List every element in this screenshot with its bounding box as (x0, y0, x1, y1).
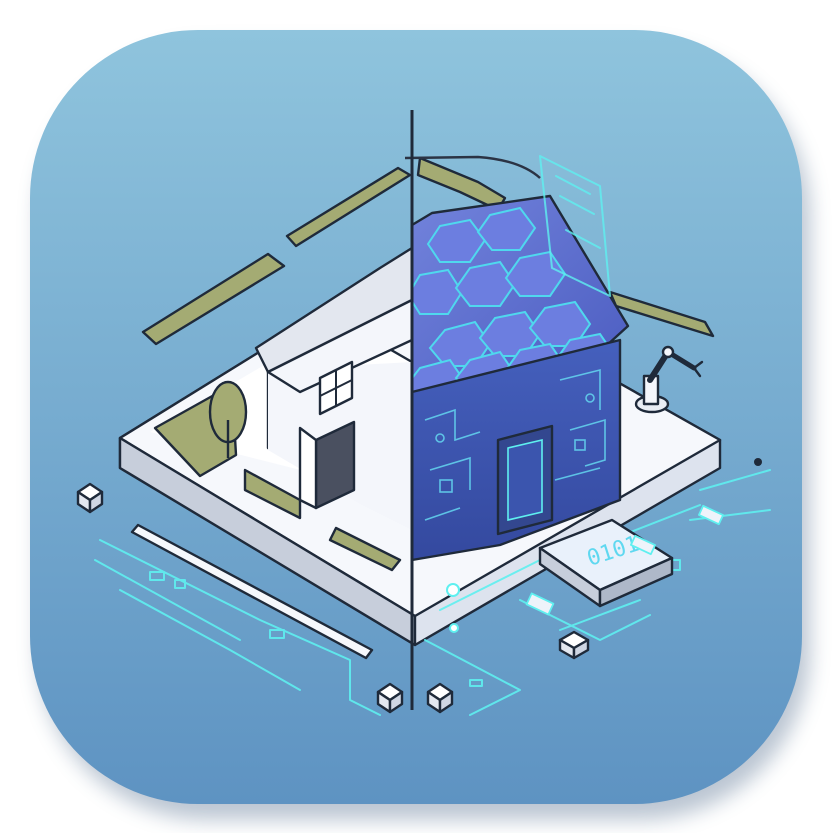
app-icon-artwork: 0101 (30, 30, 810, 820)
app-icon: 0101 (0, 0, 833, 833)
dot-marker (754, 458, 762, 466)
